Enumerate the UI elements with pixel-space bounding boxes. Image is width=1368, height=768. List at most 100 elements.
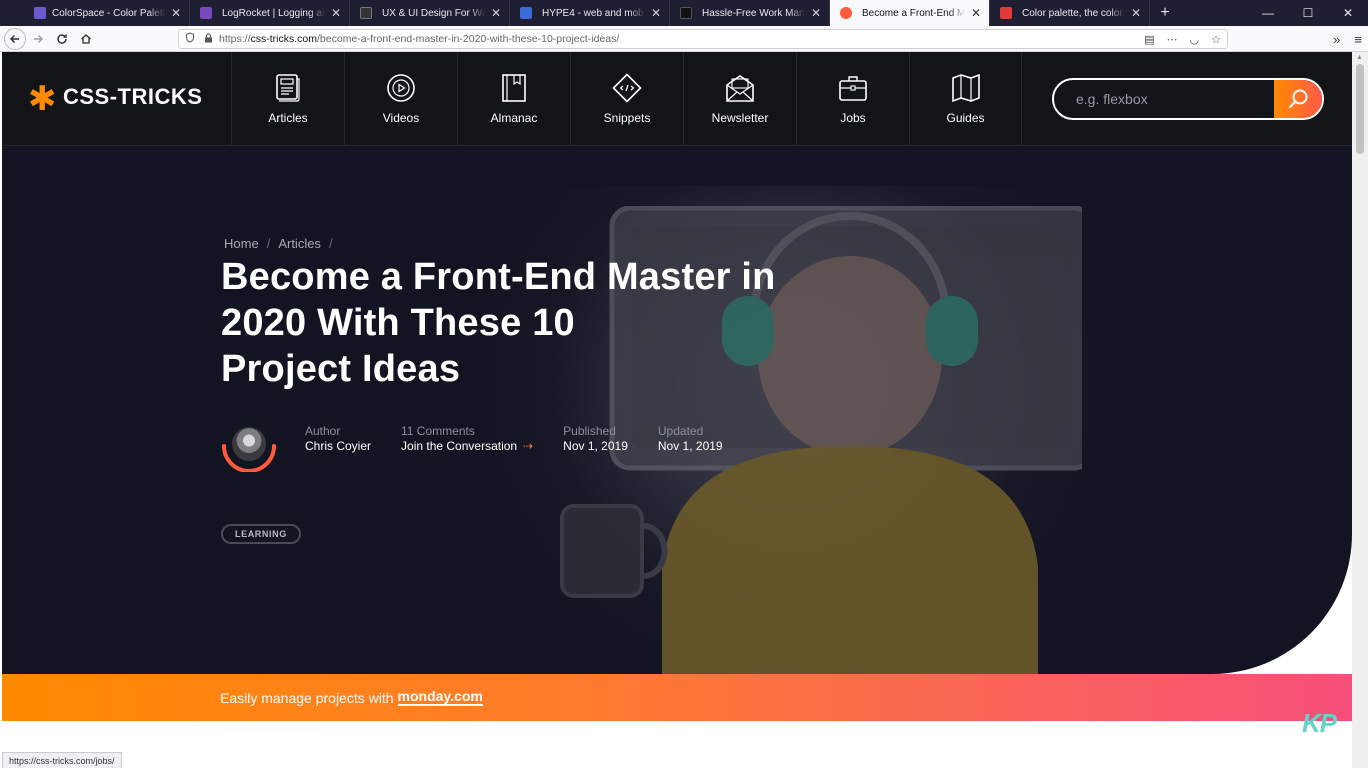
sponsor-brand-link[interactable]: monday.com <box>397 689 483 706</box>
meta-author: Author Chris Coyier <box>305 424 371 454</box>
back-button[interactable] <box>4 27 26 50</box>
minimize-button[interactable]: — <box>1248 0 1288 26</box>
close-tab-icon[interactable]: ✕ <box>649 6 663 20</box>
pocket-icon[interactable]: ◡ <box>1190 33 1200 46</box>
articles-icon <box>276 74 300 102</box>
maximize-button[interactable]: ☐ <box>1288 0 1328 26</box>
close-tab-icon[interactable]: ✕ <box>329 6 343 20</box>
join-conversation-text: Join the Conversation <box>401 439 518 453</box>
author-avatar[interactable] <box>221 424 279 472</box>
meta-comments: 11 Comments Join the Conversation ⇢ <box>401 424 533 454</box>
url-host: css-tricks.com <box>250 33 318 45</box>
tab-hassle-free[interactable]: Hassle-Free Work Management ✕ <box>670 0 830 26</box>
close-tab-icon[interactable]: ✕ <box>809 6 823 20</box>
tab-color-palette[interactable]: Color palette, the color scheme ✕ <box>990 0 1150 26</box>
published-date: Nov 1, 2019 <box>563 439 628 453</box>
overflow-chevron-icon[interactable]: » <box>1333 32 1340 47</box>
comments-count: 11 Comments <box>401 424 475 438</box>
nav-guides[interactable]: Guides <box>909 52 1022 146</box>
reader-view-icon[interactable]: ▤ <box>1144 33 1154 46</box>
scrollbar-thumb[interactable] <box>1356 64 1364 154</box>
logo-text: CSS-TRICKS <box>63 84 203 109</box>
page-actions-icon[interactable]: ⋯ <box>1167 33 1178 46</box>
breadcrumb-home[interactable]: Home <box>224 236 259 251</box>
tracking-shield-icon[interactable] <box>179 32 201 46</box>
breadcrumb: Home / Articles / <box>224 236 333 251</box>
nav-newsletter[interactable]: Newsletter <box>683 52 796 146</box>
tab-hype4[interactable]: HYPE4 - web and mobile / design ✕ <box>510 0 670 26</box>
uxui-favicon-icon <box>360 7 372 19</box>
close-tab-icon[interactable]: ✕ <box>969 6 983 20</box>
reload-button[interactable] <box>50 27 74 51</box>
join-conversation-link[interactable]: Join the Conversation ⇢ <box>401 439 533 454</box>
meta-updated: Updated Nov 1, 2019 <box>658 424 723 454</box>
published-label: Published <box>563 424 616 438</box>
adobe-favicon-icon <box>1000 7 1012 19</box>
site-logo[interactable]: ✱ CSS-TRICKS <box>28 80 203 118</box>
jobs-icon <box>839 76 867 101</box>
breadcrumb-articles[interactable]: Articles <box>278 236 321 251</box>
css-tricks-page: ✱ CSS-TRICKS Articles Videos Almanac Sni… <box>2 52 1352 768</box>
tab-ux-ui-design[interactable]: UX & UI Design For Websites & Apps ✕ <box>350 0 510 26</box>
hype4-favicon-icon <box>520 7 532 19</box>
breadcrumb-separator: / <box>266 236 271 251</box>
tab-css-tricks-active[interactable]: Become a Front-End Master in 2020 ✕ <box>830 0 990 26</box>
window-controls: — ☐ ✕ <box>1248 0 1368 26</box>
almanac-icon <box>502 74 526 102</box>
close-tab-icon[interactable]: ✕ <box>489 6 503 20</box>
close-window-button[interactable]: ✕ <box>1328 0 1368 26</box>
close-tab-icon[interactable]: ✕ <box>169 6 183 20</box>
main-nav: Articles Videos Almanac Snippets Newslet… <box>231 52 1022 146</box>
toolbar-right: » ≡ <box>1333 26 1362 52</box>
article-meta: Author Chris Coyier 11 Comments Join the… <box>221 424 753 472</box>
app-window: { "browser": { "tabs": [ {"title": "Colo… <box>0 0 1368 768</box>
tag-learning[interactable]: LEARNING <box>221 524 301 544</box>
nav-articles[interactable]: Articles <box>231 52 344 146</box>
bookmark-star-icon[interactable]: ☆ <box>1211 33 1221 46</box>
nav-almanac[interactable]: Almanac <box>457 52 570 146</box>
close-tab-icon[interactable]: ✕ <box>1129 6 1143 20</box>
sponsor-banner[interactable]: Easily manage projects with monday.com <box>2 674 1352 721</box>
address-bar-actions: ▤ ⋯ ◡ ☆ <box>1144 30 1221 48</box>
home-button[interactable] <box>74 27 98 51</box>
forward-button[interactable] <box>26 27 50 51</box>
logrocket-favicon-icon <box>200 7 212 19</box>
nav-label: Articles <box>268 111 308 125</box>
snippets-icon <box>612 73 642 103</box>
page-scrollbar[interactable]: ▲ <box>1352 52 1368 768</box>
videos-icon <box>387 74 415 102</box>
nav-snippets[interactable]: Snippets <box>570 52 683 146</box>
lock-icon[interactable] <box>201 32 215 46</box>
title-line: 2020 With These 10 <box>221 302 575 344</box>
meta-published: Published Nov 1, 2019 <box>563 424 628 454</box>
tab-colorspace[interactable]: ColorSpace - Color Palettes Generator ✕ <box>0 0 190 26</box>
nav-label: Videos <box>382 111 420 125</box>
new-tab-button[interactable]: + <box>1150 0 1180 26</box>
nav-label: Guides <box>946 111 985 125</box>
tab-logrocket[interactable]: LogRocket | Logging and Session Replay ✕ <box>190 0 350 26</box>
nav-label: Newsletter <box>711 111 769 125</box>
guides-icon <box>951 73 980 103</box>
forward-arrow-icon <box>34 34 43 43</box>
address-bar[interactable]: https://css-tricks.com/become-a-front-en… <box>178 29 1228 49</box>
breadcrumb-separator: / <box>328 236 333 251</box>
home-icon <box>81 33 91 44</box>
nav-videos[interactable]: Videos <box>344 52 457 146</box>
menu-hamburger-icon[interactable]: ≡ <box>1354 32 1362 47</box>
newsletter-icon <box>726 75 754 102</box>
title-line: Become a Front-End Master in <box>221 256 776 298</box>
search-icon <box>1288 89 1308 109</box>
sponsor-text: Easily manage projects with <box>220 689 394 706</box>
url-text[interactable]: https://css-tricks.com/become-a-front-en… <box>215 33 619 45</box>
nav-label: Jobs <box>840 111 866 125</box>
author-name[interactable]: Chris Coyier <box>305 439 371 454</box>
search-input[interactable] <box>1054 80 1274 118</box>
author-label: Author <box>305 424 341 438</box>
scroll-up-icon[interactable]: ▲ <box>1356 54 1363 61</box>
reload-icon <box>57 33 67 44</box>
search-button[interactable] <box>1274 80 1322 118</box>
site-header: ✱ CSS-TRICKS Articles Videos Almanac Sni… <box>2 52 1352 146</box>
logo-star-icon: ✱ <box>28 80 57 118</box>
nav-jobs[interactable]: Jobs <box>796 52 909 146</box>
url-prefix: https:// <box>219 33 251 45</box>
